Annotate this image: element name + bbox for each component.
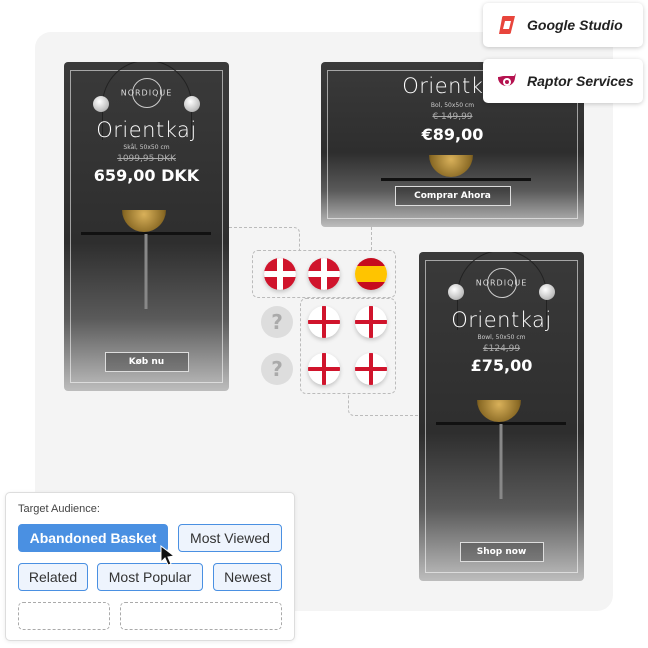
product-subtitle: Bol, 50x50 cm bbox=[430, 102, 475, 109]
price: €89,00 bbox=[421, 125, 484, 144]
chip-abandoned-basket[interactable]: Abandoned Basket bbox=[18, 524, 168, 552]
connector-line bbox=[371, 227, 372, 250]
banner-english[interactable]: NORDIQUE Orientkaj Bowl, 50x50 cm £124,9… bbox=[419, 252, 584, 581]
lamp-icon bbox=[448, 284, 464, 300]
product-title: Orientkaj bbox=[96, 118, 197, 142]
nordique-logo: NORDIQUE bbox=[121, 78, 171, 108]
spain-flag-icon bbox=[355, 258, 387, 290]
empty-chip-slot bbox=[120, 602, 282, 630]
banner-danish[interactable]: NORDIQUE Orientkaj Skål, 50x50 cm 1099,9… bbox=[64, 62, 229, 391]
empty-chip-slot bbox=[18, 602, 110, 630]
google-studio-logo-icon bbox=[499, 16, 515, 34]
england-flag-icon bbox=[355, 353, 387, 385]
price: £75,00 bbox=[470, 356, 533, 375]
chip-most-popular[interactable]: Most Popular bbox=[97, 563, 203, 591]
table-stem bbox=[144, 234, 148, 309]
brand-card-google-studio[interactable]: Google Studio bbox=[483, 3, 643, 47]
cta-button[interactable]: Comprar Ahora bbox=[394, 186, 511, 206]
lamp-icon bbox=[93, 96, 109, 112]
unknown-flag-icon: ? bbox=[261, 306, 293, 338]
chip-newest[interactable]: Newest bbox=[213, 563, 282, 591]
target-audience-label: Target Audience: bbox=[18, 503, 100, 515]
lamp-icon bbox=[184, 96, 200, 112]
denmark-flag-icon bbox=[308, 258, 340, 290]
brand-name: Google Studio bbox=[527, 17, 623, 33]
old-price: € 149,99 bbox=[432, 112, 473, 122]
chip-related[interactable]: Related bbox=[18, 563, 88, 591]
england-flag-icon bbox=[355, 306, 387, 338]
cta-button[interactable]: Køb nu bbox=[104, 352, 189, 372]
product-title: Orientkaj bbox=[451, 308, 552, 332]
mouse-cursor-icon bbox=[160, 545, 176, 566]
old-price: £124,99 bbox=[482, 344, 521, 354]
cta-button[interactable]: Shop now bbox=[459, 542, 544, 562]
nordique-logo: NORDIQUE bbox=[476, 268, 526, 298]
target-audience-panel: Target Audience: Abandoned Basket Most V… bbox=[5, 492, 295, 641]
england-flag-icon bbox=[308, 353, 340, 385]
table-image bbox=[381, 178, 531, 181]
brand-name: Raptor Services bbox=[527, 73, 634, 89]
connector-line bbox=[348, 393, 419, 416]
connector-line bbox=[229, 227, 300, 250]
old-price: 1099,95 DKK bbox=[117, 154, 176, 164]
denmark-flag-icon bbox=[264, 258, 296, 290]
table-stem bbox=[499, 424, 503, 499]
product-subtitle: Skål, 50x50 cm bbox=[123, 144, 170, 151]
england-flag-icon bbox=[308, 306, 340, 338]
lamp-icon bbox=[539, 284, 555, 300]
brand-card-raptor-services[interactable]: Raptor Services bbox=[483, 59, 643, 103]
raptor-logo-icon bbox=[497, 73, 516, 87]
unknown-flag-icon: ? bbox=[261, 353, 293, 385]
chip-most-viewed[interactable]: Most Viewed bbox=[178, 524, 282, 552]
product-subtitle: Bowl, 50x50 cm bbox=[477, 334, 526, 341]
price: 659,00 DKK bbox=[93, 166, 200, 185]
